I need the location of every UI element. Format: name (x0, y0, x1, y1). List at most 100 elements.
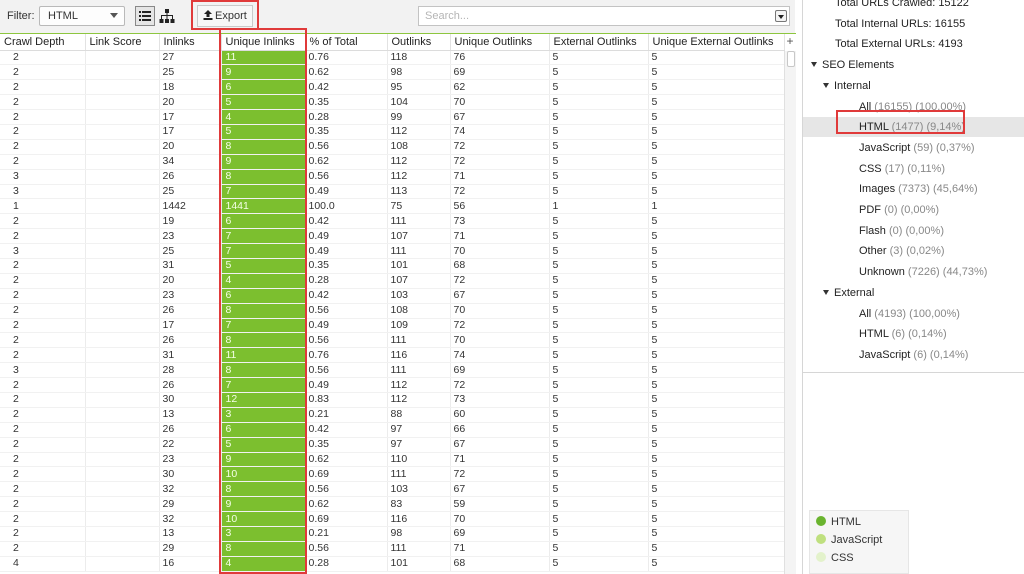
table-row[interactable]: 4 16 4 0.28 101 68 5 5 (0, 556, 785, 572)
table-row[interactable]: 2 29 8 0.56 111 71 5 5 (0, 541, 785, 557)
table-cell: 17 (159, 109, 222, 125)
table-cell: 5 (549, 347, 649, 364)
column-header[interactable]: Unique Inlinks (221, 34, 306, 51)
tree-item[interactable]: Other (3) (0,02%) (803, 241, 1024, 261)
table-row[interactable]: 2 13 3 0.21 98 69 5 5 (0, 526, 785, 542)
column-header[interactable]: Inlinks (159, 34, 222, 51)
table-cell: 0.21 (305, 407, 388, 423)
table-cell (85, 198, 160, 215)
table-row[interactable]: 2 17 4 0.28 99 67 5 5 (0, 109, 785, 125)
table-row[interactable]: 2 30 10 0.69 111 72 5 5 (0, 466, 785, 483)
table-cell: 113 (387, 184, 451, 200)
table-cell: 98 (387, 64, 451, 81)
table-cell: 3 (0, 362, 86, 379)
table-cell: 5 (549, 94, 649, 111)
column-header[interactable]: Outlinks (387, 34, 451, 51)
table-cell: 60 (450, 407, 550, 423)
table-row[interactable]: 2 29 9 0.62 83 59 5 5 (0, 496, 785, 513)
table-row[interactable]: 2 31 5 0.35 101 68 5 5 (0, 258, 785, 274)
column-header[interactable]: Unique External Outlinks (648, 34, 785, 51)
table-row[interactable]: 2 26 7 0.49 112 72 5 5 (0, 377, 785, 393)
table-row[interactable]: 2 31 11 0.76 116 74 5 5 (0, 347, 785, 364)
expand-arrow-icon[interactable] (823, 82, 829, 88)
table-row[interactable]: 2 26 8 0.56 108 70 5 5 (0, 303, 785, 319)
table-row[interactable]: 2 19 6 0.42 111 73 5 5 (0, 213, 785, 230)
search-input[interactable]: Search... (418, 6, 790, 26)
tree-item[interactable]: JavaScript (6) (0,14%) (803, 345, 1024, 365)
table-row[interactable]: 3 25 7 0.49 111 70 5 5 (0, 243, 785, 259)
column-header[interactable]: Link Score (85, 34, 160, 51)
table-cell: 5 (549, 213, 649, 230)
table-cell: 107 (387, 228, 451, 245)
scrollbar-thumb[interactable] (787, 51, 795, 67)
tree-item[interactable]: External (803, 283, 1024, 303)
tree-item[interactable]: Unknown (7226) (44,73%) (803, 262, 1024, 282)
tree-item[interactable]: Flash (0) (0,00%) (803, 221, 1024, 241)
table-cell: 29 (159, 496, 222, 513)
table-cell: 111 (387, 213, 451, 230)
table-cell: 71 (450, 228, 550, 245)
expand-arrow-icon[interactable] (811, 62, 817, 68)
table-cell (85, 139, 160, 155)
table-row[interactable]: 2 26 8 0.56 111 70 5 5 (0, 332, 785, 349)
table-row[interactable]: 2 17 7 0.49 109 72 5 5 (0, 318, 785, 334)
table-row[interactable]: 2 17 5 0.35 112 74 5 5 (0, 124, 785, 140)
column-header[interactable]: Unique Outlinks (450, 34, 550, 51)
table-cell: 0.62 (305, 154, 388, 170)
tree-item[interactable]: Total URLs Crawled: 15122 (803, 0, 1024, 13)
table-cell: 98 (387, 526, 451, 542)
table-cell: 66 (450, 422, 550, 438)
table-row[interactable]: 2 20 8 0.56 108 72 5 5 (0, 139, 785, 155)
table-row[interactable]: 2 26 6 0.42 97 66 5 5 (0, 422, 785, 438)
table-row[interactable]: 3 26 8 0.56 112 71 5 5 (0, 169, 785, 185)
tree-item[interactable]: JavaScript (59) (0,37%) (803, 138, 1024, 158)
table-cell: 32 (159, 481, 222, 498)
tree-item[interactable]: HTML (6) (0,14%) (803, 324, 1024, 344)
table-row[interactable]: 2 32 10 0.69 116 70 5 5 (0, 511, 785, 527)
tree-view-button[interactable] (157, 6, 177, 26)
table-row[interactable]: 2 25 9 0.62 98 69 5 5 (0, 64, 785, 81)
table-row[interactable]: 2 34 9 0.62 112 72 5 5 (0, 154, 785, 170)
tree-item[interactable]: All (4193) (100,00%) (803, 304, 1024, 324)
table-row[interactable]: 3 25 7 0.49 113 72 5 5 (0, 184, 785, 200)
table-row[interactable]: 2 13 3 0.21 88 60 5 5 (0, 407, 785, 423)
table-cell: 5 (648, 407, 785, 423)
tree-item[interactable]: Internal (803, 76, 1024, 96)
table-row[interactable]: 2 32 8 0.56 103 67 5 5 (0, 481, 785, 498)
table-row[interactable]: 2 23 9 0.62 110 71 5 5 (0, 452, 785, 468)
tree-item[interactable]: Total Internal URLs: 16155 (803, 14, 1024, 34)
column-header[interactable]: External Outlinks (549, 34, 649, 51)
tree-item[interactable]: Total External URLs: 4193 (803, 34, 1024, 54)
search-dropdown-icon[interactable] (775, 10, 787, 22)
table-cell (85, 50, 160, 66)
table-cell: 5 (648, 303, 785, 319)
table-row[interactable]: 2 23 6 0.42 103 67 5 5 (0, 288, 785, 304)
tree-item[interactable]: PDF (0) (0,00%) (803, 200, 1024, 220)
vertical-scrollbar[interactable] (784, 51, 796, 574)
tree-item[interactable]: SEO Elements (803, 55, 1024, 75)
table-cell: 5 (648, 556, 785, 572)
table-row[interactable]: 2 20 4 0.28 107 72 5 5 (0, 273, 785, 289)
filter-dropdown[interactable]: HTML (39, 6, 125, 26)
tree-item[interactable]: Images (7373) (45,64%) (803, 179, 1024, 199)
expand-arrow-icon[interactable] (823, 289, 829, 295)
tree-item-count: (0) (0,00%) (888, 224, 944, 237)
tree-item[interactable]: CSS (17) (0,11%) (803, 159, 1024, 179)
table-row[interactable]: 1 1442 1441 100.0 75 56 1 1 (0, 198, 785, 215)
table-row[interactable]: 2 18 6 0.42 95 62 5 5 (0, 79, 785, 96)
table-cell: 16 (159, 556, 222, 572)
table-row[interactable]: 2 23 7 0.49 107 71 5 5 (0, 228, 785, 245)
table-row[interactable]: 2 20 5 0.35 104 70 5 5 (0, 94, 785, 111)
table-cell: 5 (549, 541, 649, 557)
table-row[interactable]: 2 30 12 0.83 112 73 5 5 (0, 392, 785, 408)
table-row[interactable]: 2 27 11 0.76 118 76 5 5 (0, 50, 785, 66)
table-cell: 3 (221, 526, 306, 542)
table-cell: 2 (0, 481, 86, 498)
table-row[interactable]: 2 22 5 0.35 97 67 5 5 (0, 437, 785, 453)
column-header[interactable]: Crawl Depth (0, 34, 86, 51)
table-row[interactable]: 3 28 8 0.56 111 69 5 5 (0, 362, 785, 379)
add-column-button[interactable]: + (784, 34, 796, 51)
list-view-button[interactable] (135, 6, 155, 26)
column-header[interactable]: % of Total (305, 34, 388, 51)
table-cell: 116 (387, 347, 451, 364)
